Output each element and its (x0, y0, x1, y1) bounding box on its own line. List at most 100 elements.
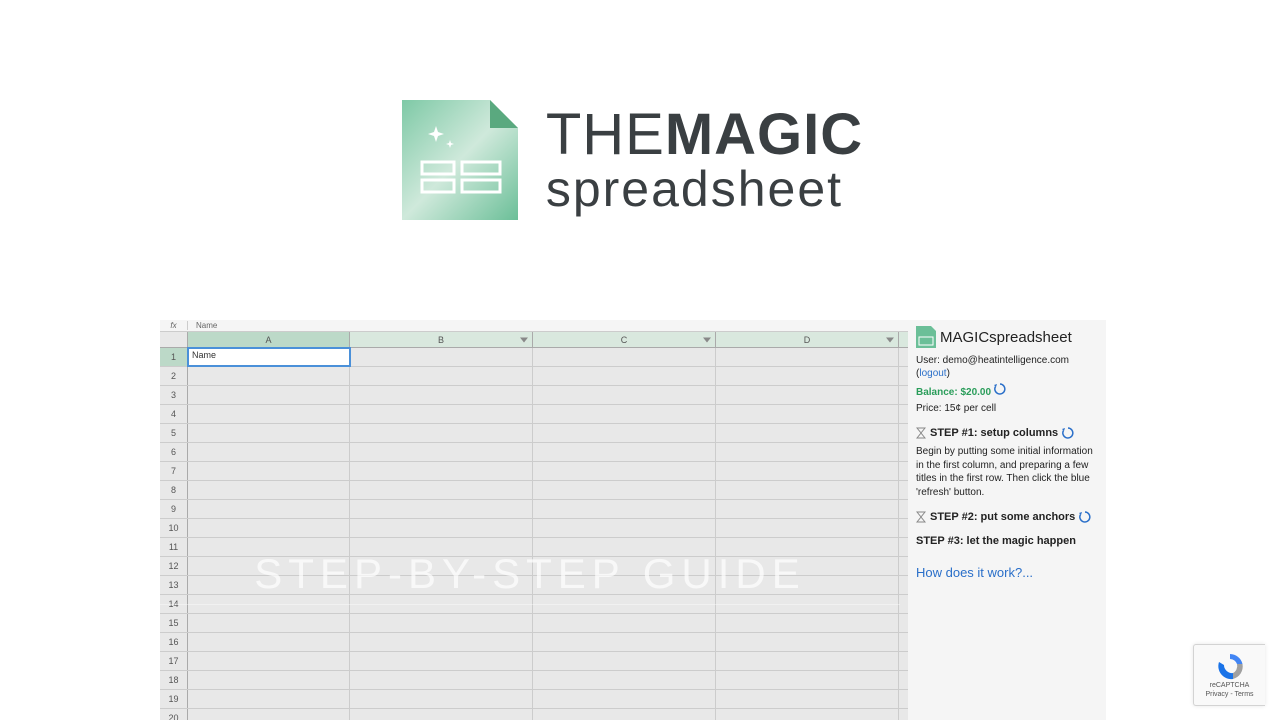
cell[interactable] (188, 614, 350, 632)
cell[interactable] (350, 595, 533, 613)
cell[interactable] (533, 576, 716, 594)
refresh-icon[interactable] (1062, 427, 1074, 439)
cell[interactable] (533, 462, 716, 480)
cell[interactable] (350, 462, 533, 480)
cell[interactable] (716, 614, 899, 632)
cell[interactable] (533, 405, 716, 423)
cell[interactable] (188, 633, 350, 651)
cell[interactable] (188, 443, 350, 461)
cell[interactable] (533, 481, 716, 499)
cell[interactable] (716, 443, 899, 461)
cell[interactable] (716, 500, 899, 518)
cell[interactable] (350, 424, 533, 442)
cell[interactable] (188, 367, 350, 385)
cell[interactable] (533, 595, 716, 613)
cell[interactable] (188, 557, 350, 575)
row-header[interactable]: 11 (160, 538, 188, 556)
refresh-icon[interactable] (994, 383, 1006, 395)
row-header[interactable]: 7 (160, 462, 188, 480)
row-header[interactable]: 9 (160, 500, 188, 518)
cell[interactable] (188, 424, 350, 442)
dropdown-icon[interactable] (703, 337, 711, 342)
row-header[interactable]: 14 (160, 595, 188, 613)
cell[interactable] (716, 462, 899, 480)
recaptcha-links[interactable]: Privacy - Terms (1205, 691, 1253, 698)
cell[interactable] (350, 348, 533, 366)
cell[interactable] (533, 614, 716, 632)
row-header[interactable]: 4 (160, 405, 188, 423)
cell[interactable] (350, 557, 533, 575)
dropdown-icon[interactable] (520, 337, 528, 342)
cell[interactable] (716, 671, 899, 689)
cell[interactable] (350, 500, 533, 518)
cell[interactable] (188, 481, 350, 499)
cell[interactable] (716, 595, 899, 613)
row-header[interactable]: 16 (160, 633, 188, 651)
cell[interactable] (350, 671, 533, 689)
cell[interactable] (350, 690, 533, 708)
cell[interactable] (188, 595, 350, 613)
row-header[interactable]: 10 (160, 519, 188, 537)
cell[interactable] (716, 652, 899, 670)
row-header[interactable]: 15 (160, 614, 188, 632)
cell[interactable] (350, 519, 533, 537)
cell[interactable] (350, 386, 533, 404)
cell[interactable] (350, 367, 533, 385)
row-header[interactable]: 19 (160, 690, 188, 708)
cell[interactable] (350, 709, 533, 720)
cell[interactable] (533, 652, 716, 670)
recaptcha-badge[interactable]: reCAPTCHA Privacy - Terms (1193, 644, 1265, 706)
column-header-a[interactable]: A (188, 332, 350, 347)
cell[interactable] (716, 519, 899, 537)
cell[interactable] (716, 481, 899, 499)
cell[interactable] (533, 424, 716, 442)
cell[interactable] (188, 405, 350, 423)
column-header-c[interactable]: C (533, 332, 716, 347)
cell[interactable] (533, 443, 716, 461)
row-header[interactable]: 20 (160, 709, 188, 720)
cell[interactable] (350, 633, 533, 651)
row-header[interactable]: 17 (160, 652, 188, 670)
cell[interactable] (533, 519, 716, 537)
row-header[interactable]: 3 (160, 386, 188, 404)
cell[interactable] (188, 709, 350, 720)
cell[interactable] (188, 386, 350, 404)
cell[interactable] (350, 652, 533, 670)
cell[interactable] (188, 576, 350, 594)
row-header[interactable]: 13 (160, 576, 188, 594)
cell[interactable] (533, 500, 716, 518)
column-header-d[interactable]: D (716, 332, 899, 347)
cell[interactable] (350, 538, 533, 556)
cell[interactable] (533, 671, 716, 689)
cell[interactable] (350, 481, 533, 499)
cell[interactable]: Name (188, 348, 350, 366)
cell[interactable] (188, 652, 350, 670)
cell[interactable] (716, 424, 899, 442)
row-header[interactable]: 5 (160, 424, 188, 442)
cell[interactable] (188, 519, 350, 537)
cell[interactable] (716, 538, 899, 556)
cell[interactable] (716, 557, 899, 575)
row-header[interactable]: 1 (160, 348, 188, 366)
cell[interactable] (188, 500, 350, 518)
row-header[interactable]: 8 (160, 481, 188, 499)
cell[interactable] (716, 367, 899, 385)
select-all-corner[interactable] (160, 332, 188, 347)
row-header[interactable]: 12 (160, 557, 188, 575)
cell[interactable] (716, 633, 899, 651)
row-header[interactable]: 2 (160, 367, 188, 385)
cell[interactable] (533, 538, 716, 556)
row-header[interactable]: 18 (160, 671, 188, 689)
cell[interactable] (716, 709, 899, 720)
cell[interactable] (716, 348, 899, 366)
cell[interactable] (716, 576, 899, 594)
cell[interactable] (533, 557, 716, 575)
cell[interactable] (533, 633, 716, 651)
cell[interactable] (350, 443, 533, 461)
cell[interactable] (533, 367, 716, 385)
refresh-icon[interactable] (1079, 511, 1091, 523)
cell[interactable] (533, 348, 716, 366)
cell[interactable] (188, 690, 350, 708)
cell[interactable] (350, 405, 533, 423)
cell[interactable] (188, 671, 350, 689)
